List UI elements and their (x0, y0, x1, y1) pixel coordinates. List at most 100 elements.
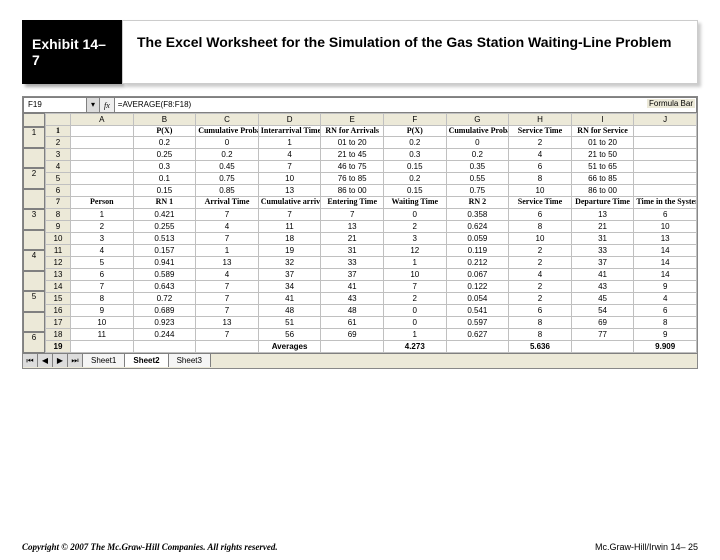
cell[interactable]: 21 (571, 220, 634, 232)
cell[interactable]: 45 (571, 292, 634, 304)
cell[interactable]: RN for Service (571, 126, 634, 137)
column-header[interactable]: C (196, 114, 259, 126)
sheet-tab[interactable]: Sheet2 (125, 354, 168, 367)
cell[interactable]: Cumulative Probability (446, 126, 509, 137)
outline-number[interactable] (23, 189, 45, 210)
cell[interactable]: 14 (634, 268, 697, 280)
cell[interactable]: 0.75 (196, 173, 259, 185)
cell[interactable]: Waiting Time (383, 197, 446, 208)
cell[interactable]: 2 (71, 220, 134, 232)
cell[interactable] (571, 340, 634, 352)
cell[interactable]: 11 (258, 220, 321, 232)
cell[interactable]: 7 (258, 161, 321, 173)
cell[interactable]: 1 (383, 256, 446, 268)
cell[interactable]: 9 (71, 304, 134, 316)
cell[interactable]: 10 (258, 173, 321, 185)
cell[interactable] (196, 340, 259, 352)
fx-icon[interactable]: fx (100, 101, 114, 110)
cell[interactable]: Person (71, 197, 134, 208)
cell[interactable]: 4 (634, 292, 697, 304)
cell[interactable]: 0.2 (383, 137, 446, 149)
cell[interactable]: 0.513 (133, 232, 196, 244)
cell[interactable] (634, 161, 697, 173)
cell[interactable]: 19 (258, 244, 321, 256)
cell[interactable]: 0.421 (133, 208, 196, 220)
cell[interactable]: 0.2 (133, 137, 196, 149)
cell[interactable]: 41 (571, 268, 634, 280)
cell[interactable]: 48 (258, 304, 321, 316)
cell[interactable]: Cumulative arrival time (258, 197, 321, 208)
cell[interactable]: 13 (258, 185, 321, 197)
cell[interactable]: 13 (196, 316, 259, 328)
cell[interactable]: 0.941 (133, 256, 196, 268)
cell[interactable]: 10 (634, 220, 697, 232)
column-header[interactable]: E (321, 114, 384, 126)
cell[interactable]: 51 (258, 316, 321, 328)
tab-nav-button[interactable]: ⏮ (23, 354, 38, 367)
cell[interactable]: 0.067 (446, 268, 509, 280)
cell[interactable]: 3 (71, 232, 134, 244)
cell[interactable]: 0.2 (383, 173, 446, 185)
cell[interactable]: 12 (383, 244, 446, 256)
cell[interactable]: 7 (196, 208, 259, 220)
cell[interactable]: 32 (258, 256, 321, 268)
cell[interactable]: 2 (509, 244, 572, 256)
cell[interactable]: 8 (509, 328, 572, 340)
outline-number[interactable]: 3 (23, 209, 45, 230)
cell[interactable]: 0.244 (133, 328, 196, 340)
cell[interactable]: 69 (321, 328, 384, 340)
cell[interactable]: 4 (196, 268, 259, 280)
cell[interactable]: 41 (321, 280, 384, 292)
cell[interactable]: 66 to 85 (571, 173, 634, 185)
cell[interactable]: 86 to 00 (571, 185, 634, 197)
cell[interactable]: 0.3 (383, 149, 446, 161)
outline-number[interactable]: 6 (23, 332, 45, 353)
row-number[interactable]: 10 (46, 232, 71, 244)
cell[interactable]: Interarrival Time (258, 126, 321, 137)
sheet-tab[interactable]: Sheet3 (169, 354, 211, 367)
outline-number[interactable]: 4 (23, 250, 45, 271)
column-header[interactable]: F (383, 114, 446, 126)
cell[interactable]: 0.25 (133, 149, 196, 161)
cell[interactable]: 0.059 (446, 232, 509, 244)
cell[interactable]: 13 (634, 232, 697, 244)
cell[interactable]: 4 (258, 149, 321, 161)
cell[interactable]: 0.2 (446, 149, 509, 161)
cell[interactable]: 6 (71, 268, 134, 280)
cell[interactable]: 0.541 (446, 304, 509, 316)
cell[interactable] (71, 126, 134, 137)
cell[interactable]: 4 (509, 149, 572, 161)
cell[interactable]: 1 (71, 208, 134, 220)
cell[interactable]: 37 (258, 268, 321, 280)
cell[interactable]: 0 (383, 208, 446, 220)
cell[interactable]: 48 (321, 304, 384, 316)
cell[interactable]: 6 (634, 304, 697, 316)
cell[interactable]: 4 (71, 244, 134, 256)
cell[interactable]: 4.273 (383, 340, 446, 352)
column-header[interactable]: I (571, 114, 634, 126)
cell[interactable]: 9.909 (634, 340, 697, 352)
cell[interactable]: 3 (383, 232, 446, 244)
cell[interactable] (71, 149, 134, 161)
row-number[interactable]: 16 (46, 304, 71, 316)
row-number[interactable]: 7 (46, 197, 71, 208)
name-box-dropdown-icon[interactable]: ▾ (87, 98, 100, 112)
cell[interactable]: 01 to 20 (571, 137, 634, 149)
cell[interactable]: 0.212 (446, 256, 509, 268)
formula-bar[interactable]: F19 ▾ fx =AVERAGE(F8:F18) (23, 97, 697, 113)
cell[interactable] (634, 173, 697, 185)
outline-number[interactable] (23, 148, 45, 169)
cell[interactable]: 4 (509, 268, 572, 280)
cell[interactable]: 0.157 (133, 244, 196, 256)
cell[interactable]: 9 (634, 280, 697, 292)
row-number[interactable]: 4 (46, 161, 71, 173)
cell[interactable]: 51 to 65 (571, 161, 634, 173)
cell[interactable]: 2 (509, 137, 572, 149)
cell[interactable]: 7 (383, 280, 446, 292)
cell[interactable]: 0.1 (133, 173, 196, 185)
cell[interactable]: 0.122 (446, 280, 509, 292)
cell[interactable]: 14 (634, 244, 697, 256)
cell[interactable]: 0.255 (133, 220, 196, 232)
cell[interactable] (71, 340, 134, 352)
cell[interactable]: 1 (383, 328, 446, 340)
